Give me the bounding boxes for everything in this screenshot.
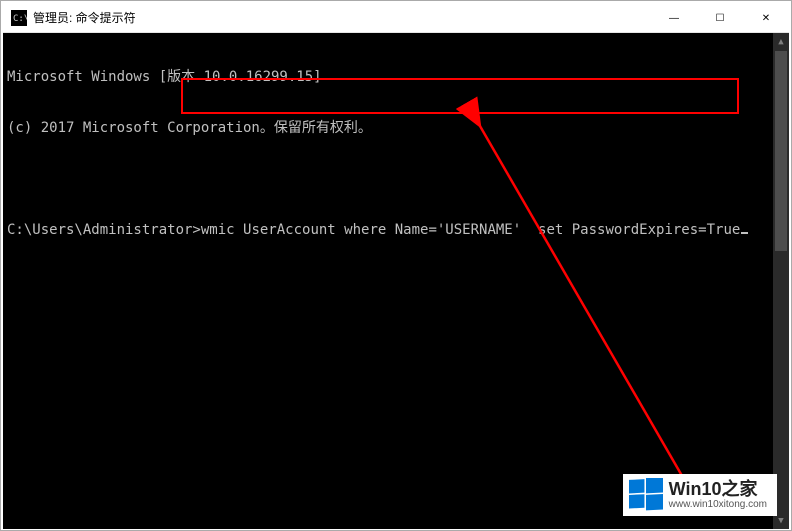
maximize-button[interactable]: ☐: [697, 3, 743, 33]
terminal-prompt-line: C:\Users\Administrator>wmic UserAccount …: [7, 222, 785, 239]
vertical-scrollbar[interactable]: ▲ ▼: [773, 33, 789, 529]
close-button[interactable]: ✕: [743, 3, 789, 33]
cmd-window: C:\ 管理员: 命令提示符 — ☐ ✕ Microsoft Windows […: [3, 3, 789, 529]
terminal-body[interactable]: Microsoft Windows [版本 10.0.16299.15] (c)…: [3, 33, 789, 529]
terminal-command: wmic UserAccount where Name='USERNAME' s…: [201, 222, 740, 238]
terminal-cursor: [741, 232, 748, 234]
window-controls: — ☐ ✕: [651, 3, 789, 33]
terminal-line-copyright: (c) 2017 Microsoft Corporation。保留所有权利。: [7, 120, 785, 137]
titlebar[interactable]: C:\ 管理员: 命令提示符 — ☐ ✕: [3, 3, 789, 33]
watermark-title: Win10之家: [669, 480, 767, 500]
watermark-text: Win10之家 www.win10xitong.com: [669, 480, 767, 511]
window-title: 管理员: 命令提示符: [33, 9, 136, 26]
minimize-button[interactable]: —: [651, 3, 697, 33]
terminal-line-blank: [7, 171, 785, 188]
watermark-url: www.win10xitong.com: [669, 499, 767, 510]
svg-text:C:\: C:\: [13, 14, 27, 24]
cmd-icon: C:\: [11, 10, 27, 26]
windows-logo-icon: [629, 478, 663, 512]
scrollbar-thumb[interactable]: [775, 51, 787, 251]
scroll-up-arrow-icon[interactable]: ▲: [773, 33, 789, 50]
terminal-prompt: C:\Users\Administrator>: [7, 222, 201, 238]
terminal-line-version: Microsoft Windows [版本 10.0.16299.15]: [7, 69, 785, 86]
watermark: Win10之家 www.win10xitong.com: [623, 474, 777, 516]
